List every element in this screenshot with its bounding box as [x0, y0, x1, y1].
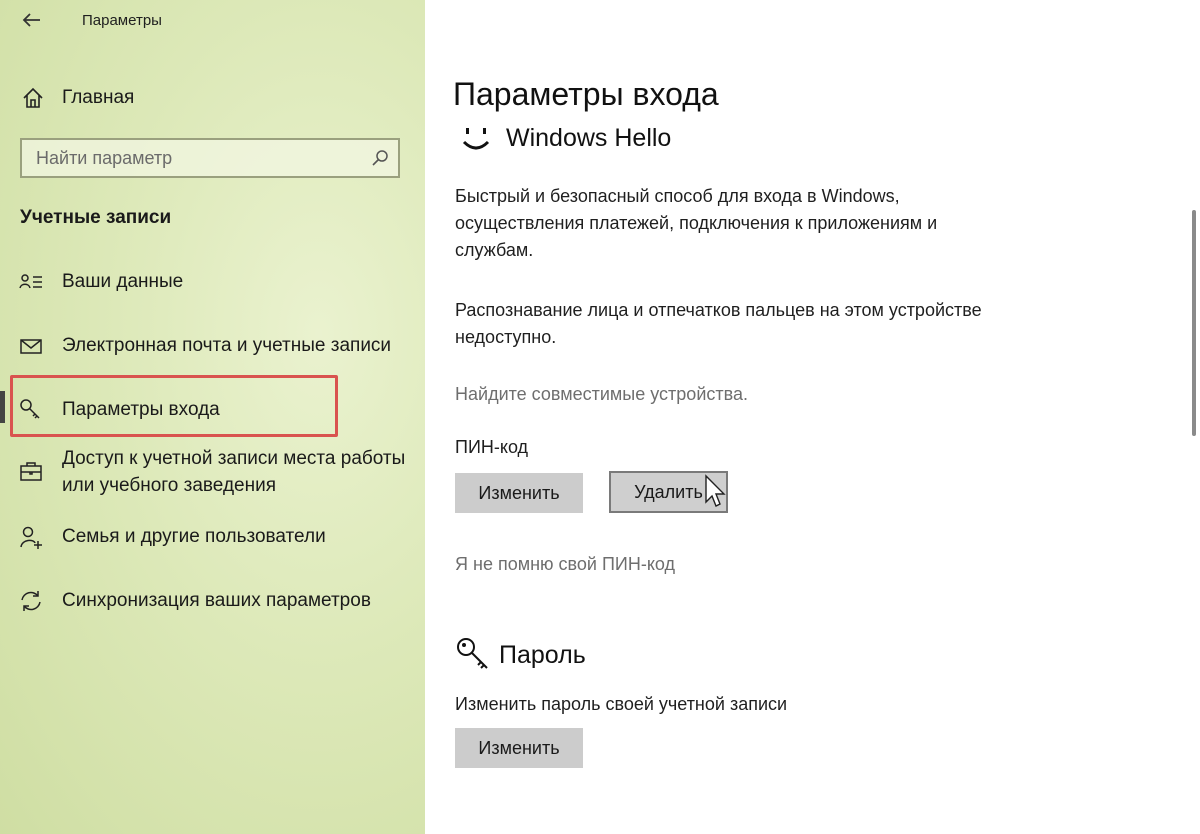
hello-unavailable-line: недоступно. — [455, 327, 557, 347]
hello-description-line: осуществления платежей, подключения к пр… — [455, 213, 938, 233]
password-title: Пароль — [499, 641, 586, 669]
section-title: Учетные записи — [20, 207, 172, 228]
sync-icon — [21, 591, 41, 611]
password-key-icon — [457, 638, 488, 669]
sidebar-item-family[interactable]: Семья и другие пользователи — [18, 523, 398, 551]
hello-description: Быстрый и безопасный способ для входа в … — [455, 183, 937, 264]
hello-unavailable-text: Распознавание лица и отпечатков пальцев … — [455, 297, 982, 351]
sidebar-item-sign-in-options[interactable]: Параметры входа — [18, 396, 328, 424]
mouse-cursor-icon — [705, 474, 726, 507]
hello-unavailable-line: Распознавание лица и отпечатков пальцев … — [455, 300, 982, 320]
sidebar-item-label-line1: Доступ к учетной записи места работы — [62, 448, 406, 469]
sidebar-item-label: Синхронизация ваших параметров — [62, 590, 371, 611]
password-description: Изменить пароль своей учетной записи — [455, 694, 788, 714]
back-arrow-icon — [22, 13, 40, 27]
mail-icon — [20, 339, 42, 354]
hello-description-line: Быстрый и безопасный способ для входа в … — [455, 186, 900, 206]
find-compatible-devices-link[interactable]: Найдите совместимые устройства. — [455, 384, 748, 405]
search-box[interactable] — [20, 138, 400, 178]
pin-change-button[interactable]: Изменить — [455, 473, 583, 513]
add-person-icon — [20, 526, 42, 549]
app-title: Параметры — [82, 12, 162, 29]
search-input[interactable] — [22, 140, 376, 176]
sidebar: Параметры Главная Учетные записи Ваши да… — [0, 0, 425, 834]
sidebar-item-label: Ваши данные — [62, 271, 184, 292]
sidebar-item-label: Главная — [62, 87, 135, 108]
page-title: Параметры входа — [453, 76, 719, 112]
sidebar-item-label-line2: или учебного заведения — [62, 475, 277, 496]
sidebar-item-email-accounts[interactable]: Электронная почта и учетные записи — [18, 332, 418, 360]
sidebar-item-label: Семья и другие пользователи — [62, 526, 326, 547]
search-icon — [372, 150, 388, 166]
briefcase-icon — [20, 462, 42, 481]
sidebar-item-sync[interactable]: Синхронизация ваших параметров — [18, 587, 398, 615]
hello-description-line: службам. — [455, 240, 534, 260]
windows-hello-title: Windows Hello — [506, 124, 672, 152]
person-card-icon — [19, 274, 42, 289]
forgot-pin-link[interactable]: Я не помню свой ПИН-код — [455, 554, 675, 575]
sidebar-item-home[interactable]: Главная — [18, 84, 398, 112]
back-button[interactable] — [18, 6, 46, 34]
pin-title: ПИН-код — [455, 437, 529, 457]
sidebar-item-your-info[interactable]: Ваши данные — [18, 268, 398, 296]
sidebar-item-label: Параметры входа — [62, 399, 220, 420]
home-icon — [23, 87, 43, 108]
sidebar-item-work-access[interactable]: Доступ к учетной записи места работы или… — [18, 448, 423, 500]
key-icon — [20, 399, 40, 419]
selected-indicator — [0, 391, 5, 423]
sidebar-item-label: Электронная почта и учетные записи — [62, 335, 392, 356]
smiley-icon — [462, 128, 490, 150]
scrollbar[interactable] — [1192, 210, 1196, 436]
password-change-button[interactable]: Изменить — [455, 728, 583, 768]
